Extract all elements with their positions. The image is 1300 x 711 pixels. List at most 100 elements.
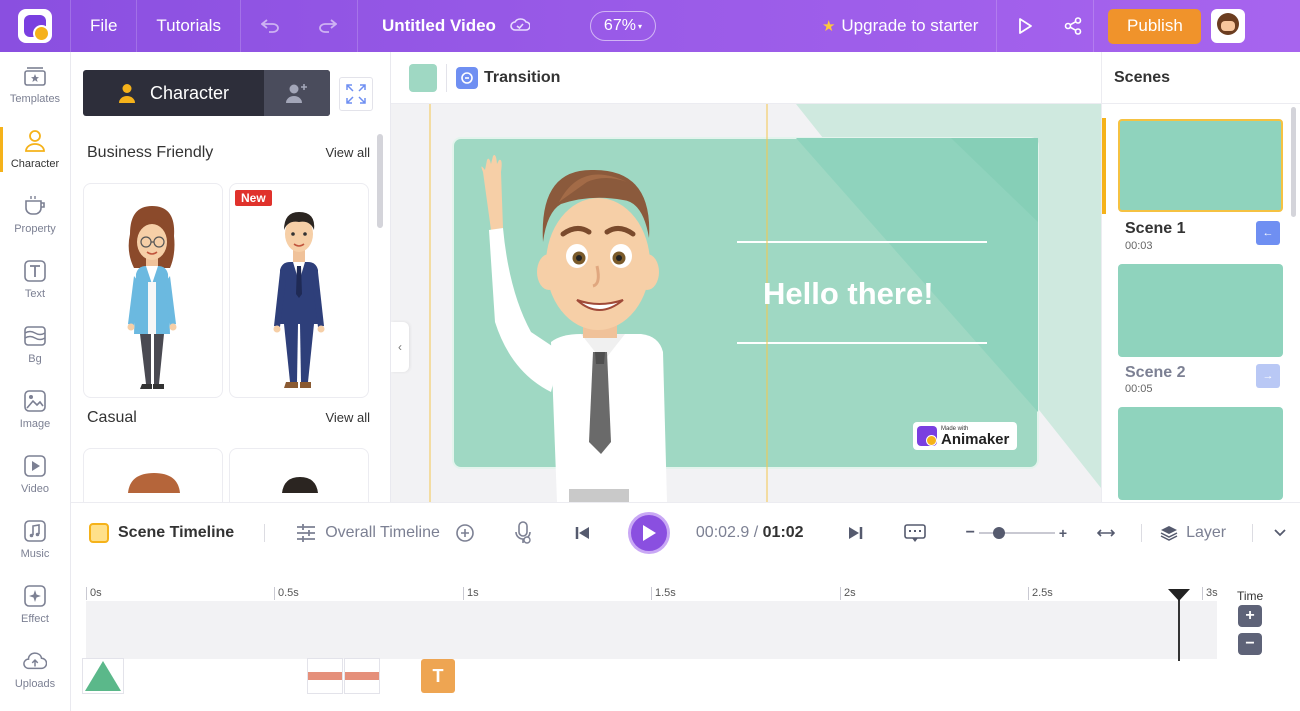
man-character: [273, 212, 325, 388]
sidebar-item-label: Character: [10, 158, 60, 170]
section-header: Casual View all: [87, 409, 370, 427]
panel-scrollbar[interactable]: [377, 134, 383, 228]
subtitles-icon[interactable]: [903, 523, 926, 543]
animaker-logo[interactable]: [0, 0, 70, 52]
skip-forward-icon[interactable]: [848, 525, 864, 541]
upgrade-label: Upgrade to starter: [841, 16, 979, 35]
playhead[interactable]: [1178, 595, 1180, 661]
skip-back-icon[interactable]: [574, 525, 590, 541]
sidebar-item-label: Uploads: [14, 678, 56, 690]
scenes-scrollbar[interactable]: [1291, 107, 1296, 217]
headline-text[interactable]: Hello there!: [763, 276, 934, 312]
plus-icon: +: [1245, 607, 1255, 624]
fit-width-icon[interactable]: [1097, 527, 1116, 539]
user-avatar[interactable]: [1211, 9, 1246, 43]
zoom-in-icon[interactable]: +: [1059, 525, 1067, 541]
sidebar-item-image[interactable]: Image: [0, 377, 70, 442]
undo-icon[interactable]: [241, 0, 299, 52]
effect-icon: [23, 584, 47, 608]
preview-play-icon[interactable]: [997, 0, 1053, 52]
tutorials-menu[interactable]: Tutorials: [137, 0, 240, 52]
slider-knob[interactable]: [992, 527, 1005, 539]
publish-button[interactable]: Publish: [1108, 8, 1202, 44]
view-all-link[interactable]: View all: [325, 410, 370, 425]
expand-panel-button[interactable]: [339, 77, 373, 111]
total-time: 01:02: [762, 524, 804, 541]
time-zoom-label: Time: [1237, 589, 1264, 603]
character-card[interactable]: New: [229, 183, 369, 398]
sidebar-item-templates[interactable]: Templates: [0, 52, 70, 117]
scene-thumbnail[interactable]: [1118, 264, 1283, 357]
transition-label[interactable]: Transition: [484, 69, 560, 87]
overall-timeline-label: Overall Timeline: [325, 524, 440, 541]
background-icon: [23, 324, 47, 348]
upgrade-link[interactable]: ★ Upgrade to starter: [822, 16, 996, 36]
casual-character: [128, 473, 180, 493]
play-button[interactable]: [627, 512, 670, 554]
time-zoom-in-button[interactable]: +: [1238, 605, 1262, 627]
sidebar-item-character[interactable]: Character: [0, 117, 70, 182]
templates-icon: [23, 64, 47, 88]
timeline-item-background[interactable]: [82, 658, 124, 694]
focus-icon[interactable]: [454, 522, 476, 544]
sidebar-item-bg[interactable]: Bg: [0, 312, 70, 377]
minus-icon: −: [1245, 635, 1255, 652]
timeline-item-line[interactable]: [307, 658, 343, 694]
zoom-dropdown[interactable]: 67% ▾: [589, 11, 656, 41]
sidebar-item-uploads[interactable]: Uploads: [0, 637, 70, 702]
timeline-item-line[interactable]: [344, 658, 380, 694]
timeline-item-text[interactable]: T: [421, 659, 455, 693]
time-zoom-out-button[interactable]: −: [1238, 633, 1262, 655]
timeline-zoom-slider[interactable]: [978, 527, 1055, 539]
transition-icon[interactable]: [456, 66, 478, 89]
time-separator: /: [753, 524, 763, 541]
music-icon: [23, 519, 47, 543]
character-card[interactable]: [83, 448, 223, 502]
scenes-panel: Scenes Scene 1 00:03 ← Scene 2 00:05 →: [1101, 52, 1300, 502]
time-readout: 00:02.9 / 01:02: [696, 524, 804, 542]
collapse-panel-tab[interactable]: ‹: [391, 322, 409, 372]
add-character-button[interactable]: [264, 70, 330, 116]
scene-thumbnail[interactable]: [1118, 119, 1283, 212]
timeline-track[interactable]: [86, 601, 1217, 659]
scene-duration: 00:05: [1125, 383, 1153, 395]
background-color-swatch[interactable]: [409, 63, 437, 92]
sidebar-item-label: Image: [19, 418, 51, 430]
scene-timeline-label: Scene Timeline: [118, 524, 235, 541]
layer-button[interactable]: Layer: [1160, 524, 1226, 542]
watermark-brand-text: Animaker: [941, 430, 1010, 448]
sidebar-item-property[interactable]: Property: [0, 182, 70, 247]
character-card[interactable]: [83, 183, 223, 398]
share-icon[interactable]: [1053, 0, 1093, 52]
active-scene-indicator: [1102, 118, 1106, 214]
character-card[interactable]: [229, 448, 369, 502]
redo-icon[interactable]: [299, 0, 357, 52]
view-all-link[interactable]: View all: [325, 145, 370, 160]
canvas-toolbar: Transition: [391, 52, 1101, 104]
ruler-tick: 2.5s: [1028, 587, 1053, 600]
scene-options-button[interactable]: ←: [1256, 221, 1280, 245]
microphone-icon[interactable]: [514, 521, 532, 545]
file-menu[interactable]: File: [71, 0, 136, 52]
sidebar-item-label: Effect: [21, 613, 49, 625]
left-toolbar: Templates Character Property Text Bg Ima…: [0, 52, 71, 711]
expand-icon: [346, 84, 366, 104]
overall-timeline-tab[interactable]: Overall Timeline: [295, 523, 440, 543]
chevron-down-icon[interactable]: [1273, 528, 1287, 538]
scene-thumbnail[interactable]: [1118, 407, 1283, 500]
scene-timeline-tab[interactable]: Scene Timeline: [89, 523, 234, 543]
logo-icon: [18, 9, 52, 43]
scene-options-button[interactable]: →: [1256, 364, 1280, 388]
sidebar-item-video[interactable]: Video: [0, 442, 70, 507]
tab-character[interactable]: Character: [83, 70, 264, 116]
sidebar-item-text[interactable]: Text: [0, 247, 70, 312]
project-title[interactable]: Untitled Video: [358, 16, 510, 36]
time-ruler[interactable]: 0s 0.5s 1s 1.5s 2s 2.5s 3s: [86, 587, 1218, 601]
sidebar-item-effect[interactable]: Effect: [0, 572, 70, 637]
sidebar-item-label: Property: [14, 223, 56, 235]
play-icon: [642, 525, 656, 541]
ruler-tick: 1.5s: [651, 587, 676, 600]
sidebar-item-music[interactable]: Music: [0, 507, 70, 572]
playhead-handle[interactable]: [1168, 589, 1190, 601]
zoom-out-icon[interactable]: −: [966, 524, 975, 542]
